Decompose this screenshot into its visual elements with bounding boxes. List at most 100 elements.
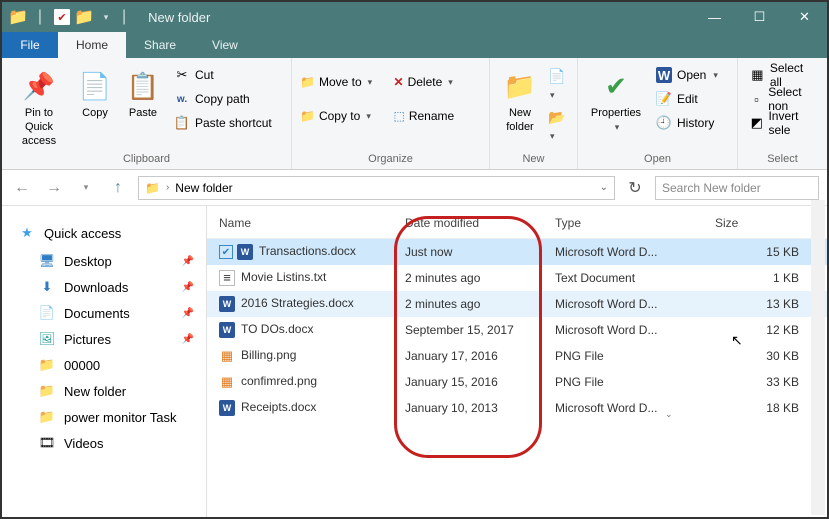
window-title: New folder	[136, 10, 210, 25]
tab-view[interactable]: View	[194, 32, 256, 58]
tab-home[interactable]: Home	[58, 32, 126, 58]
up-button[interactable]: ↑	[106, 176, 130, 200]
file-type: Microsoft Word D...	[543, 291, 703, 317]
copy-to-button[interactable]: 📁Copy to▾	[300, 96, 388, 130]
sort-indicator-icon: ⌄	[665, 409, 673, 420]
maximize-button[interactable]: ☐	[737, 2, 782, 32]
sidebar-quick-access[interactable]: ★Quick access	[2, 220, 206, 246]
forward-button[interactable]: →	[42, 176, 66, 200]
table-row[interactable]: WReceipts.docxJanuary 10, 2013Microsoft …	[207, 395, 827, 421]
new-item-icon[interactable]: 📄▾	[548, 68, 569, 101]
copy-button[interactable]: 📄 Copy	[74, 62, 116, 120]
file-date: January 15, 2016	[393, 369, 543, 395]
chevron-down-icon[interactable]: ⌄	[600, 182, 608, 193]
back-button[interactable]: ←	[10, 176, 34, 200]
file-size: 18 KB	[703, 395, 827, 421]
paste-shortcut-icon: 📋	[174, 115, 190, 131]
scrollbar[interactable]	[811, 200, 825, 515]
open-button[interactable]: WOpen▾	[652, 64, 722, 86]
checkbox-icon[interactable]: ✔	[219, 245, 233, 259]
chevron-down-icon: ▾	[366, 111, 371, 122]
copy-icon: 📄	[74, 66, 116, 106]
paste-button[interactable]: 📋 Paste	[122, 62, 164, 120]
recent-dropdown[interactable]: ▾	[74, 176, 98, 200]
breadcrumb-folder[interactable]: New folder	[175, 181, 232, 195]
new-folder-icon: 📁	[498, 66, 542, 106]
folder-icon: 📁	[38, 408, 56, 426]
sidebar-videos[interactable]: 🎞Videos	[2, 430, 206, 456]
table-row[interactable]: WTO DOs.docxSeptember 15, 2017Microsoft …	[207, 317, 827, 343]
file-name: TO DOs.docx	[241, 322, 313, 336]
properties-button[interactable]: ✔ Properties ▾	[586, 62, 646, 134]
word-icon: W	[219, 400, 235, 416]
tab-share[interactable]: Share	[126, 32, 194, 58]
word-icon: W	[237, 244, 253, 260]
column-type[interactable]: Type	[543, 206, 703, 239]
history-button[interactable]: 🕘History	[652, 112, 722, 134]
close-button[interactable]: ✕	[782, 2, 827, 32]
table-row[interactable]: W2016 Strategies.docx2 minutes agoMicros…	[207, 291, 827, 317]
chevron-down-icon: ▾	[713, 70, 718, 81]
titlebar: 📁 | ✔ 📁 ▾ | New folder — ☐ ✕	[2, 2, 827, 32]
sidebar: ★Quick access 🖥Desktop📌 ⬇Downloads📌 📄Doc…	[2, 206, 207, 517]
search-input[interactable]: Search New folder	[655, 176, 819, 200]
table-row[interactable]: ▦ confimred.png January 15, 2016PNG File33…	[207, 369, 827, 395]
select-none-icon: ▫	[750, 91, 763, 107]
cut-button[interactable]: ✂Cut	[170, 64, 276, 86]
file-date: January 10, 2013	[393, 395, 543, 421]
column-date[interactable]: Date modified	[393, 206, 543, 239]
sidebar-desktop[interactable]: 🖥Desktop📌	[2, 248, 206, 274]
file-date: 2 minutes ago	[393, 291, 543, 317]
move-to-button[interactable]: 📁Move to▾	[300, 62, 388, 96]
invert-icon: ◩	[750, 115, 763, 131]
open-group-label: Open	[586, 151, 729, 169]
delete-button[interactable]: ✕Delete▾	[394, 62, 482, 96]
file-name: confimred.png	[241, 374, 317, 388]
column-size[interactable]: Size	[703, 206, 827, 239]
file-type: Microsoft Word D...	[543, 317, 703, 343]
sidebar-power-monitor[interactable]: 📁power monitor Task	[2, 404, 206, 430]
chevron-down-icon: ▾	[588, 120, 646, 134]
image-file-icon: ▦	[219, 374, 235, 390]
refresh-button[interactable]: ↻	[623, 176, 647, 200]
file-type: Microsoft Word D...	[543, 395, 703, 421]
sidebar-documents[interactable]: 📄Documents📌	[2, 300, 206, 326]
table-row[interactable]: ≡Movie Listins.txt2 minutes agoText Docu…	[207, 265, 827, 291]
qat-folder-icon[interactable]: 📁	[76, 9, 92, 25]
pictures-icon: 🖼	[38, 330, 56, 348]
pin-icon: 📌	[182, 282, 194, 293]
sidebar-new-folder[interactable]: 📁New folder	[2, 378, 206, 404]
column-name[interactable]: Name	[207, 206, 393, 239]
qat-dropdown-icon[interactable]: ▾	[98, 9, 114, 25]
table-row[interactable]: ✔WTransactions.docxJust nowMicrosoft Wor…	[207, 239, 827, 265]
table-row[interactable]: ▦Billing.pngJanuary 17, 2016PNG File30 K…	[207, 343, 827, 369]
new-folder-button[interactable]: 📁 New folder	[498, 62, 542, 134]
tab-file[interactable]: File	[2, 32, 58, 58]
select-none-button[interactable]: ▫Select non	[746, 88, 819, 110]
sidebar-downloads[interactable]: ⬇Downloads📌	[2, 274, 206, 300]
copy-path-button[interactable]: w.Copy path	[170, 88, 276, 110]
qat-check-icon[interactable]: ✔	[54, 9, 70, 25]
file-table: Name Date modified Type Size ✔WTransacti…	[207, 206, 827, 421]
edit-button[interactable]: 📝Edit	[652, 88, 722, 110]
invert-selection-button[interactable]: ◩Invert sele	[746, 112, 819, 134]
pin-quick-access-button[interactable]: 📌 Pin to Quick access	[10, 62, 68, 148]
sidebar-pictures[interactable]: 🖼Pictures📌	[2, 326, 206, 352]
file-size: 13 KB	[703, 291, 827, 317]
paste-shortcut-button[interactable]: 📋Paste shortcut	[170, 112, 276, 134]
documents-icon: 📄	[38, 304, 56, 322]
rename-button[interactable]: ⬚Rename	[394, 96, 482, 130]
breadcrumb[interactable]: 📁 › New folder ⌄	[138, 176, 615, 200]
file-size: 33 KB	[703, 369, 827, 395]
file-type: PNG File	[543, 369, 703, 395]
select-all-icon: ▦	[750, 67, 765, 83]
chevron-right-icon: ›	[166, 182, 169, 193]
ribbon-tabs: File Home Share View	[2, 32, 827, 58]
sidebar-00000[interactable]: 📁00000	[2, 352, 206, 378]
minimize-button[interactable]: —	[692, 2, 737, 32]
word-icon: W	[656, 67, 672, 83]
easy-access-icon[interactable]: 📂▾	[548, 109, 569, 142]
ribbon: 📌 Pin to Quick access 📄 Copy 📋 Paste ✂Cu…	[2, 58, 827, 170]
clipboard-group-label: Clipboard	[10, 151, 283, 169]
select-all-button[interactable]: ▦Select all	[746, 64, 819, 86]
